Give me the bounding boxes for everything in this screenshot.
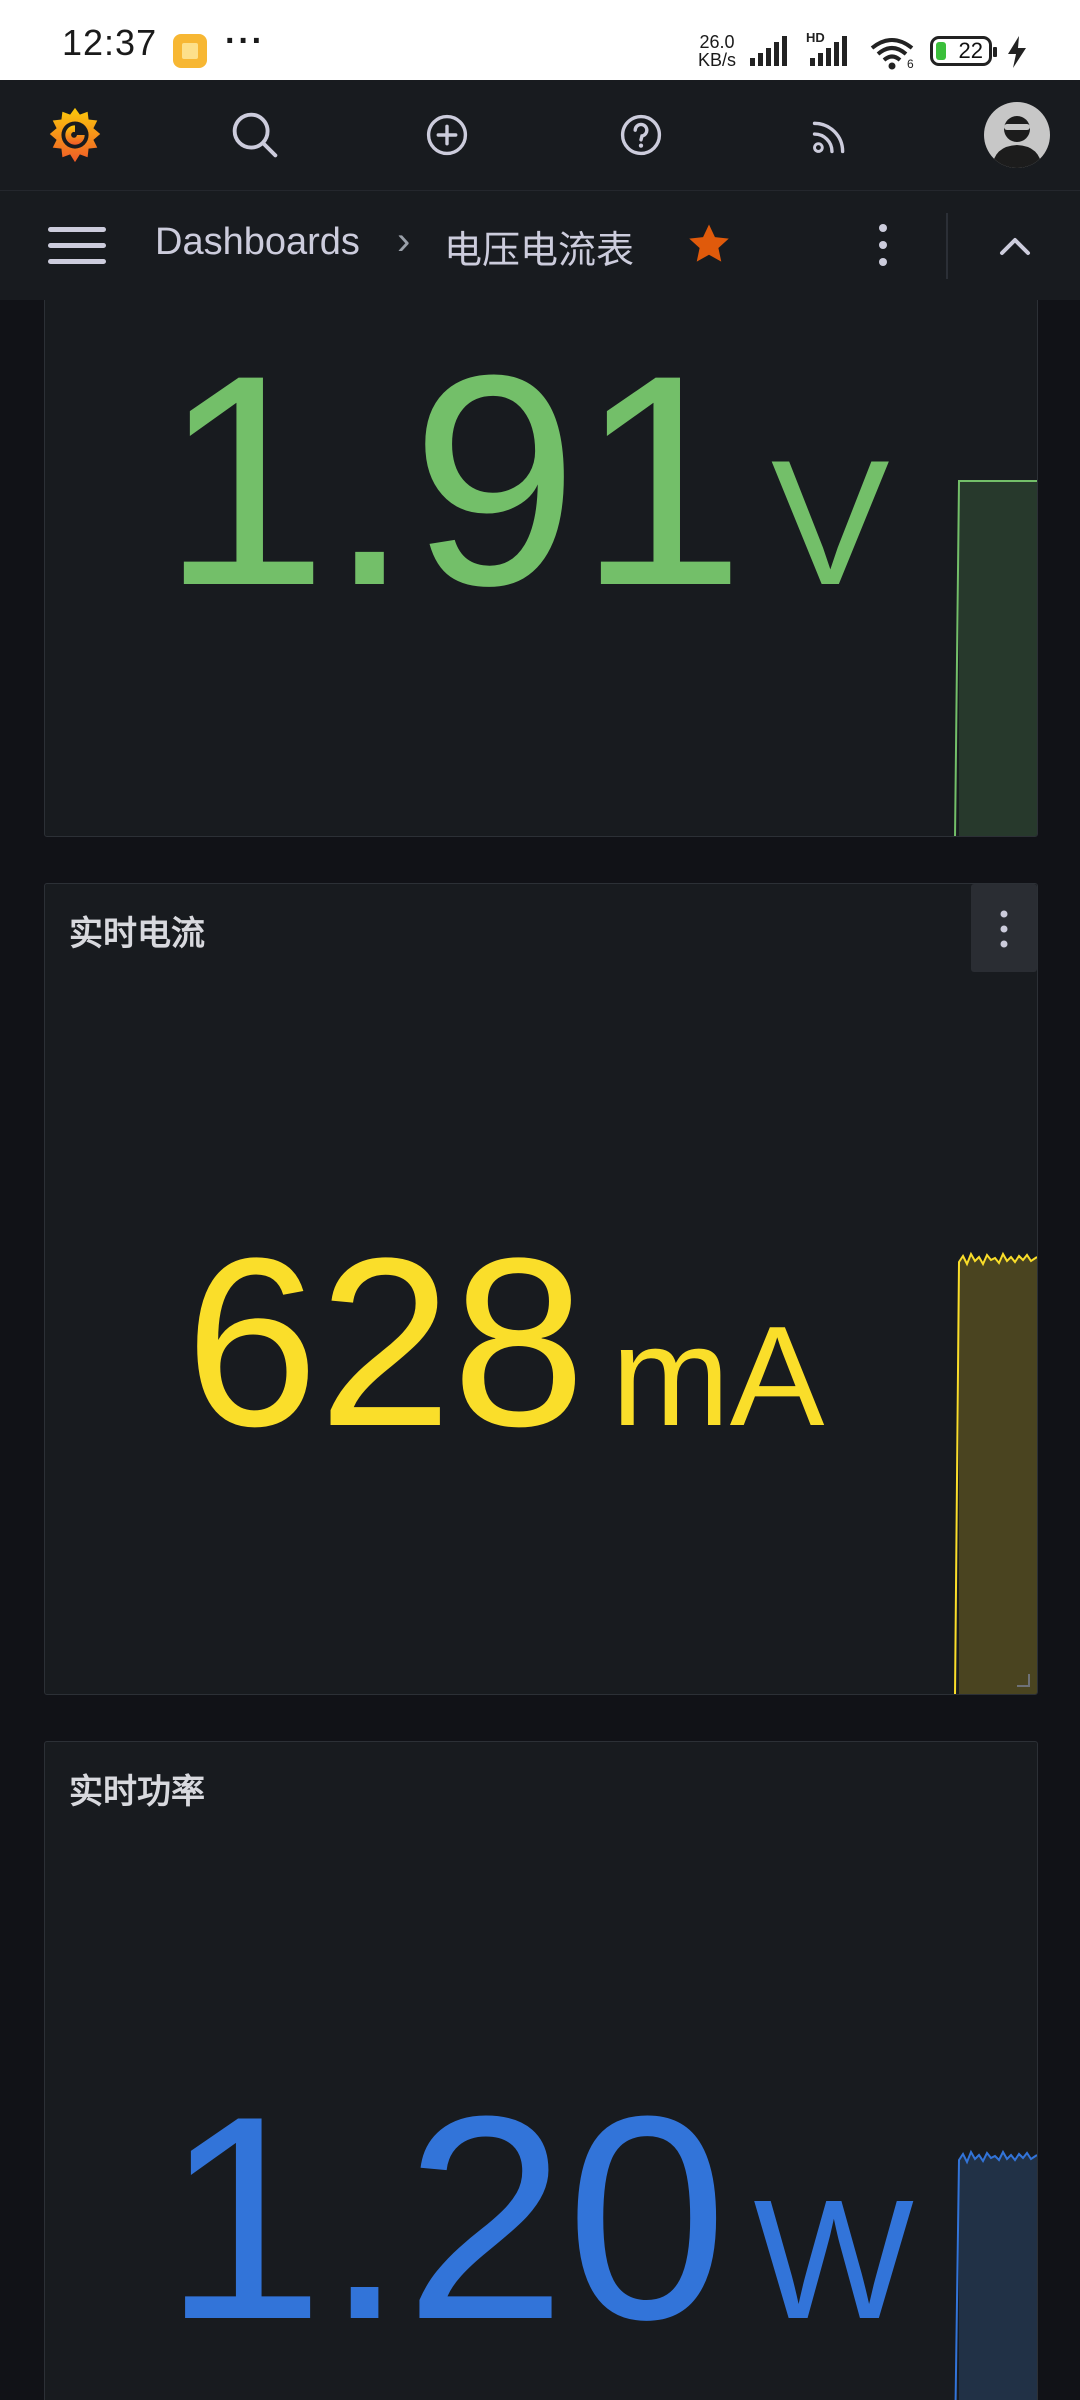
page-title[interactable]: 电压电流表 [444, 219, 634, 274]
power-panel-title: 实时功率 [69, 1772, 205, 1812]
user-avatar-icon [992, 116, 1042, 168]
menu-icon[interactable] [48, 225, 106, 267]
power-sparkline [954, 2149, 1037, 2400]
panel-menu-button[interactable] [971, 884, 1037, 972]
current-unit: mA [611, 1297, 825, 1456]
voltage-stat: 1.91 V [161, 307, 890, 653]
voltage-value: 1.91 [161, 312, 745, 648]
favorite-star-icon[interactable] [686, 221, 732, 267]
voltage-unit: V [770, 423, 890, 622]
current-panel-title: 实时电流 [69, 914, 205, 954]
cellular-signal-icon [750, 36, 787, 66]
rss-feed-icon[interactable] [800, 104, 862, 166]
current-panel[interactable]: 实时电流 628 mA [44, 883, 1038, 1695]
breadcrumb-dashboards-link[interactable]: Dashboards [155, 221, 360, 264]
panel-more-icon [1000, 910, 1008, 948]
current-sparkline [954, 1251, 1037, 1694]
wifi-icon [870, 38, 914, 70]
power-stat: 1.20 W [163, 2052, 914, 2385]
power-panel[interactable]: 实时功率 1.20 W [44, 1741, 1038, 2400]
dashboard-more-icon[interactable] [868, 219, 898, 271]
current-value: 628 [185, 1208, 586, 1476]
header-divider [946, 213, 948, 279]
wifi-band-label: 6 [907, 57, 914, 71]
status-time: 12:37 [62, 22, 158, 63]
chevron-up-icon[interactable] [994, 225, 1036, 267]
search-icon[interactable] [224, 104, 286, 166]
battery-indicator: 22 [930, 36, 997, 66]
power-value: 1.20 [163, 2056, 728, 2380]
add-icon[interactable] [416, 104, 478, 166]
more-notifications-icon: ··· [225, 22, 265, 60]
network-speed-unit: KB/s [697, 50, 736, 70]
power-unit: W [753, 2165, 914, 2355]
network-speed-value: 26.0 [699, 32, 735, 52]
network-type-label: HD [806, 32, 825, 45]
resize-handle-icon[interactable] [1015, 1672, 1031, 1688]
charging-bolt-icon [1008, 36, 1026, 68]
voltage-sparkline [954, 480, 1037, 836]
current-stat: 628 mA [185, 1204, 824, 1480]
notes-app-icon [173, 34, 207, 68]
dashboard-header: Dashboards › 电压电流表 [0, 190, 1080, 300]
breadcrumb-separator-icon: › [397, 219, 411, 263]
dashboard-content: 1.91 V 实时电流 628 mA 实时功率 1.20 W [0, 300, 1080, 2400]
top-navigation [0, 80, 1080, 190]
voltage-panel[interactable]: 1.91 V [44, 300, 1038, 837]
grafana-logo-icon[interactable] [44, 104, 106, 166]
user-avatar[interactable] [984, 102, 1050, 168]
signal-wifi-icons: HD 6 [750, 32, 914, 71]
status-bar: 12:37 ··· 26.0 KB/s HD 6 22 [0, 0, 1080, 80]
network-speed: 26.0 KB/s [692, 33, 742, 69]
help-icon[interactable] [610, 104, 672, 166]
